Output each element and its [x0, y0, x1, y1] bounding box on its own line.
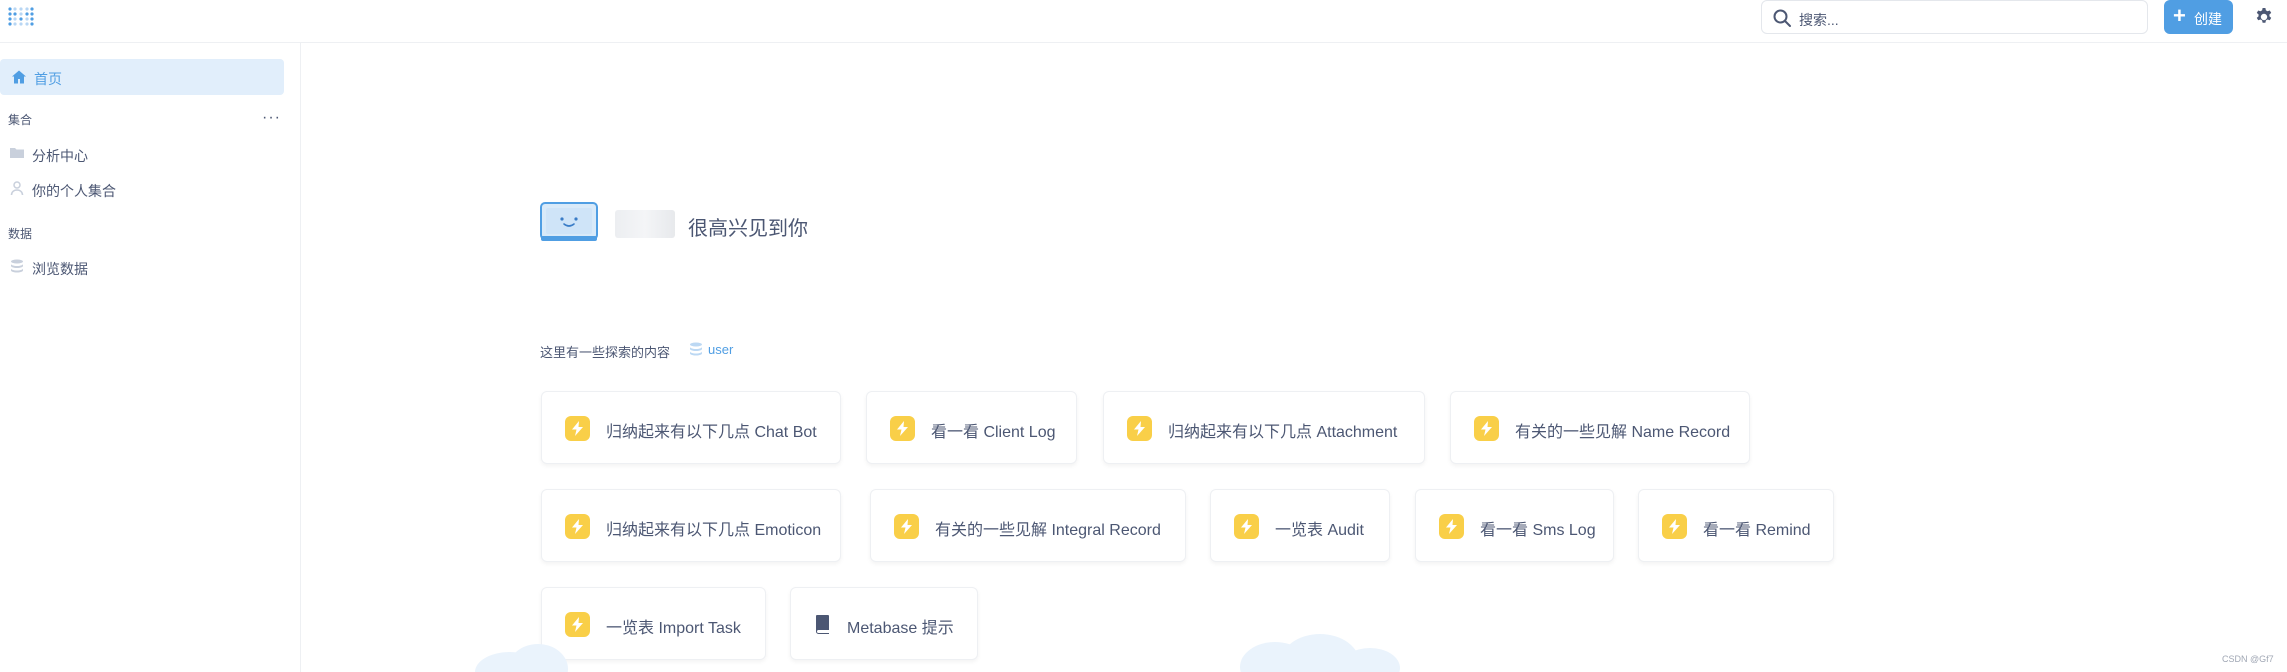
card-label: 一览表 Audit	[1275, 522, 1364, 539]
bolt-icon	[894, 514, 919, 539]
folder-icon	[10, 148, 24, 158]
sidebar-item-label: 首页	[34, 71, 62, 87]
database-icon	[690, 342, 702, 356]
card-label: Metabase 提示	[847, 620, 954, 637]
xray-card[interactable]: 有关的一些见解 Name Record	[1450, 391, 1750, 464]
explore-label: 这里有一些探索的内容	[540, 345, 671, 360]
bolt-icon	[1234, 514, 1259, 539]
bolt-icon	[1662, 514, 1687, 539]
bolt-icon	[565, 514, 590, 539]
sidebar-item-label: 你的个人集合	[32, 183, 116, 199]
search-bar[interactable]: 搜索...	[1761, 0, 2148, 34]
card-label: 有关的一些见解 Integral Record	[935, 522, 1161, 539]
explore-database-link[interactable]: user	[708, 342, 733, 357]
plus-icon: +	[2173, 3, 2186, 28]
search-placeholder: 搜索...	[1799, 12, 1839, 28]
card-label: 看一看 Client Log	[931, 424, 1056, 441]
user-name-blurred	[615, 210, 675, 238]
data-section-title: 数据	[8, 227, 33, 241]
xray-card[interactable]: 一览表 Audit	[1210, 489, 1390, 562]
sidebar-item-browse-data[interactable]: 浏览数据	[0, 251, 284, 281]
xray-card[interactable]: 有关的一些见解 Integral Record	[870, 489, 1186, 562]
person-icon	[10, 181, 24, 196]
greeting-monitor-icon	[540, 202, 598, 241]
card-label: 归纳起来有以下几点 Emoticon	[606, 522, 822, 539]
xray-card[interactable]: 看一看 Sms Log	[1415, 489, 1614, 562]
bolt-icon	[1474, 416, 1499, 441]
xray-card[interactable]: 归纳起来有以下几点 Chat Bot	[541, 391, 841, 464]
card-label: 归纳起来有以下几点 Chat Bot	[606, 424, 817, 441]
xray-card[interactable]: 归纳起来有以下几点 Emoticon	[541, 489, 841, 562]
card-label: 看一看 Sms Log	[1480, 522, 1596, 539]
bolt-icon	[890, 416, 915, 441]
sidebar-item-analytics[interactable]: 分析中心	[0, 138, 284, 168]
sidebar-item-label: 分析中心	[32, 148, 88, 164]
bolt-icon	[1439, 514, 1464, 539]
create-button-label: 创建	[2194, 11, 2222, 27]
gear-icon[interactable]	[2254, 7, 2274, 27]
greeting-text: 很高兴见到你	[688, 218, 808, 240]
top-navbar: 搜索... + 创建	[0, 0, 2287, 43]
watermark: CSDN @Gf7	[2222, 654, 2274, 664]
sidebar-item-label: 浏览数据	[32, 261, 88, 277]
bolt-icon	[1127, 416, 1152, 441]
tips-card[interactable]: Metabase 提示	[790, 587, 978, 660]
metabase-logo-icon[interactable]	[8, 7, 34, 27]
xray-card[interactable]: 看一看 Client Log	[866, 391, 1077, 464]
search-icon	[1773, 9, 1791, 27]
bolt-icon	[565, 416, 590, 441]
card-label: 归纳起来有以下几点 Attachment	[1168, 424, 1398, 441]
database-icon	[11, 259, 23, 273]
create-button[interactable]: + 创建	[2164, 0, 2233, 34]
sidebar-item-personal-collection[interactable]: 你的个人集合	[0, 173, 284, 203]
xray-card[interactable]: 看一看 Remind	[1638, 489, 1834, 562]
home-icon	[12, 70, 26, 84]
book-icon	[816, 615, 829, 634]
sidebar: 首页 集合 ··· 分析中心 你的个人集合 数据 浏览数据	[0, 43, 301, 672]
xray-card[interactable]: 一览表 Import Task	[541, 587, 766, 660]
xray-card[interactable]: 归纳起来有以下几点 Attachment	[1103, 391, 1425, 464]
more-options-icon[interactable]: ···	[262, 109, 281, 127]
sidebar-item-home[interactable]: 首页	[0, 59, 284, 95]
collections-section-title: 集合	[8, 113, 33, 127]
card-label: 一览表 Import Task	[606, 620, 741, 637]
card-label: 有关的一些见解 Name Record	[1515, 424, 1731, 441]
card-label: 看一看 Remind	[1703, 522, 1811, 539]
bolt-icon	[565, 612, 590, 637]
